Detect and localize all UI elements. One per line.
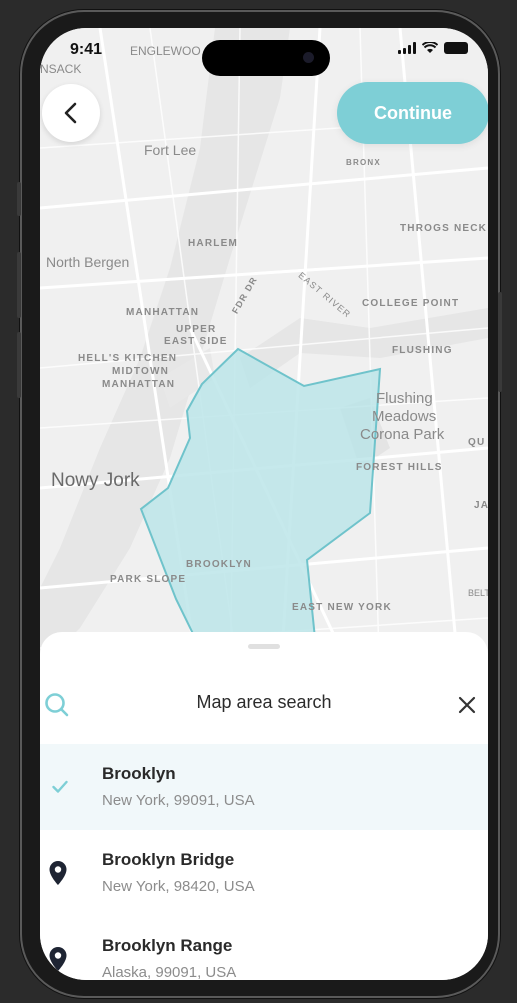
dynamic-island [202, 40, 330, 76]
map-label-flushing-meadows-3: Corona Park [360, 426, 445, 443]
map-label-fort-lee: Fort Lee [144, 142, 197, 158]
map-label-flushing-meadows-2: Meadows [372, 408, 437, 425]
list-item[interactable]: Brooklyn New York, 99091, USA [40, 744, 488, 830]
location-pin-icon [49, 947, 67, 971]
map-label-midtown: MIDTOWN [112, 366, 170, 377]
map-label-manhattan: MANHATTAN [126, 307, 200, 318]
cellular-signal-icon [398, 42, 416, 54]
back-button[interactable] [42, 84, 100, 142]
map-label-hells-kitchen: HELL'S KITCHEN [78, 353, 178, 364]
map-label-college-point: COLLEGE POINT [362, 298, 460, 309]
map-label-qu: QU [468, 437, 486, 448]
close-icon[interactable] [458, 696, 476, 714]
map-label-forest-hills: FOREST HILLS [356, 462, 443, 473]
bottom-sheet: Map area search Brooklyn New York, 99091… [40, 632, 488, 980]
location-pin-icon [49, 861, 67, 885]
map-label-harlem: HARLEM [188, 238, 238, 249]
screen: Englewoo nsack Fort Lee BRONX THROGS NEC… [40, 28, 488, 980]
map-label-midtown-manhattan: MANHATTAN [102, 379, 176, 390]
map-label-bronx: BRONX [346, 158, 381, 167]
status-icons [398, 42, 468, 54]
result-title: Brooklyn Range [102, 936, 233, 955]
mute-switch [17, 182, 21, 216]
map-label-nowy-jork: Nowy Jork [51, 470, 140, 491]
result-subtitle: New York, 98420, USA [102, 878, 255, 895]
map-label-throgs-neck: THROGS NECK [400, 223, 488, 234]
status-time: 9:41 [70, 41, 103, 58]
volume-down-button [17, 332, 21, 398]
volume-up-button [17, 252, 21, 318]
sheet-grabber[interactable] [248, 644, 280, 649]
list-item[interactable]: Brooklyn Range Alaska, 99091, USA [40, 916, 488, 980]
map-label-bel: Belt [468, 588, 488, 598]
map-label-upper: UPPER [176, 324, 217, 335]
chevron-left-icon [64, 102, 77, 124]
result-subtitle: New York, 99091, USA [102, 792, 255, 809]
result-subtitle: Alaska, 99091, USA [102, 964, 237, 980]
wifi-icon [422, 42, 438, 53]
search-title: Map area search [196, 692, 332, 712]
map-label-park-slope: PARK SLOPE [110, 574, 187, 585]
map-label-brooklyn: BROOKLYN [186, 559, 252, 570]
map-label-flushing-meadows-1: Flushing [376, 390, 433, 407]
status-bar: 9:41 [40, 28, 488, 76]
result-title: Brooklyn [102, 764, 176, 783]
search-header: Map area search [40, 682, 488, 726]
power-button [498, 292, 502, 392]
check-icon [52, 780, 68, 793]
battery-icon [444, 42, 468, 54]
map-label-east-new-york: EAST NEW YORK [292, 602, 392, 613]
results-list: Brooklyn New York, 99091, USA Brooklyn B… [40, 744, 488, 980]
camera-lens [303, 52, 314, 63]
map-label-east-side: EAST SIDE [164, 336, 228, 347]
continue-button[interactable]: Continue [337, 82, 488, 144]
map-label-north-bergen: North Bergen [46, 254, 130, 270]
result-title: Brooklyn Bridge [102, 850, 235, 869]
map-label-flushing: FLUSHING [392, 345, 453, 356]
list-item[interactable]: Brooklyn Bridge New York, 98420, USA [40, 830, 488, 916]
map-label-ja: JA [474, 500, 488, 511]
